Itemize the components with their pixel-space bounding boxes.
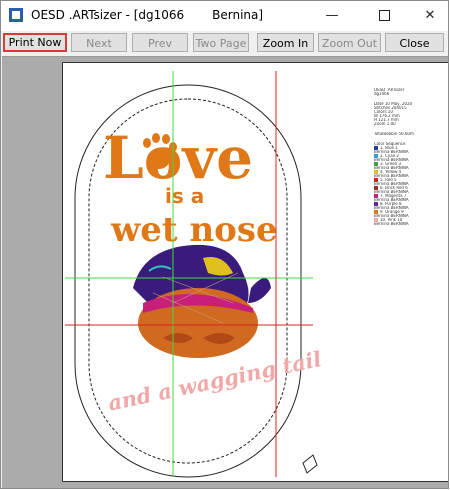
thread-brand: Bernina BERNINA	[374, 222, 409, 226]
maximize-icon	[378, 10, 390, 21]
app-icon	[9, 8, 23, 22]
hoop-clamp-marker	[302, 454, 318, 474]
two-page-button[interactable]: Two Page	[193, 33, 249, 52]
window-close-button[interactable]: ✕	[407, 1, 448, 31]
window-title-sub: Bernina]	[212, 8, 264, 22]
window-title-main: OESD .ARTsizer - [dg1066	[31, 8, 185, 22]
design-wet-nose-text: wet nose	[110, 210, 278, 250]
design-info-panel: OESD .ARTsizer dg1066 Date 10 May, 2020 …	[374, 88, 444, 226]
window-title: OESD .ARTsizer - [dg1066 Bernina]	[31, 8, 263, 22]
maximize-button[interactable]	[361, 1, 407, 31]
design-is-a-text: is a	[165, 184, 204, 208]
design-love-text: Love	[103, 124, 253, 192]
color-sequence-list: 1. Blue 1 Bernina BERNINA 2. Cyan 2 Bernina…	[374, 146, 444, 226]
preview-page: Love is a wet nose and a wagging tail OE…	[62, 62, 448, 482]
artsizer-print-preview-window: OESD .ARTsizer - [dg1066 Bernina] — ✕ Pri…	[0, 0, 449, 489]
preview-toolbar: Print Now Next Page Prev Page Two Page Z…	[1, 31, 448, 69]
dog-illustration	[133, 244, 271, 358]
next-page-button[interactable]: Next Page	[71, 33, 127, 69]
zoom-in-button[interactable]: Zoom In	[257, 33, 314, 52]
prev-page-button[interactable]: Prev Page	[132, 33, 188, 69]
title-bar: OESD .ARTsizer - [dg1066 Bernina] — ✕	[1, 1, 448, 31]
close-button[interactable]: Close	[385, 33, 444, 52]
minimize-button[interactable]: —	[309, 1, 355, 31]
zoom-out-button[interactable]: Zoom Out	[318, 33, 381, 52]
print-preview-area[interactable]: Love is a wet nose and a wagging tail OE…	[2, 56, 448, 488]
close-icon: ✕	[424, 8, 436, 23]
minimize-icon: —	[325, 8, 339, 23]
print-now-button[interactable]: Print Now	[3, 33, 67, 52]
